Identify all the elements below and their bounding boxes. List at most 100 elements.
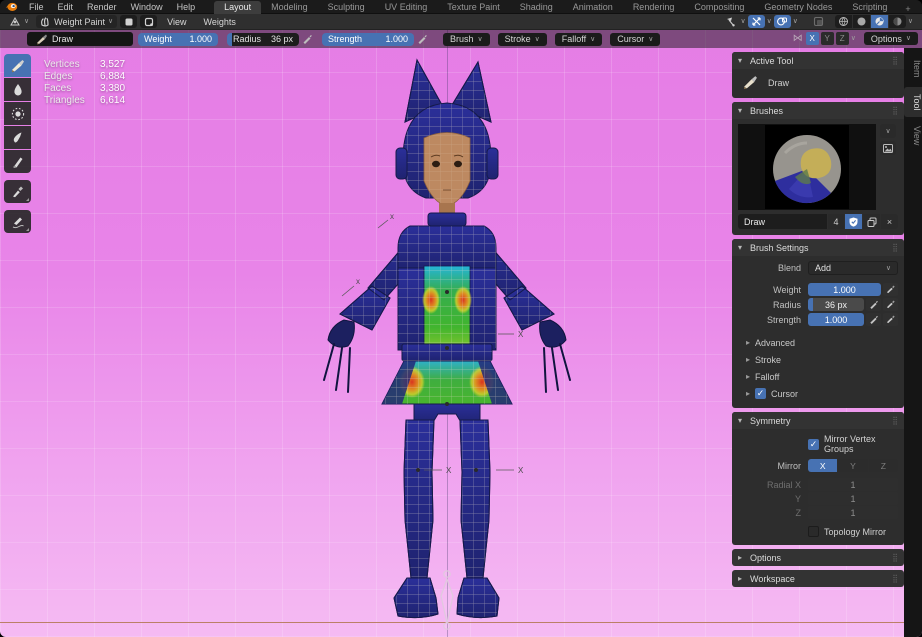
falloff-dropdown[interactable]: Falloff∨ (555, 33, 602, 46)
sidebar-tab-view[interactable]: View (904, 119, 922, 152)
panel-grip-icon[interactable]: ⣿ (892, 106, 898, 115)
brush-settings-panel-header[interactable]: ▾ Brush Settings ⣿ (732, 239, 904, 256)
brush-preview[interactable] (738, 124, 876, 210)
panel-grip-icon[interactable]: ⣿ (892, 56, 898, 65)
panel-grip-icon[interactable]: ⣿ (892, 574, 898, 583)
radius-pressure-button[interactable] (299, 33, 314, 46)
unlink-brush-button[interactable]: × (881, 214, 898, 229)
material-shading-button[interactable] (871, 15, 888, 28)
strength-slider[interactable]: Strength 1.000 (322, 33, 414, 46)
duplicate-brush-button[interactable] (863, 214, 880, 229)
chevron-down-icon[interactable]: ∨ (767, 18, 772, 25)
brush-influence-button[interactable] (883, 298, 898, 311)
menu-edit[interactable]: Edit (51, 0, 81, 14)
brush-select-dropdown-button[interactable]: ∨ (880, 124, 896, 138)
tab-modeling[interactable]: Modeling (261, 1, 318, 14)
weight-slider[interactable]: Weight 1.000 (138, 33, 218, 46)
brush-influence-button[interactable] (883, 313, 898, 326)
tab-animation[interactable]: Animation (563, 1, 623, 14)
radius-pressure-button[interactable] (866, 298, 881, 311)
wireframe-shading-button[interactable] (835, 15, 852, 28)
mirror-y-button[interactable]: Y (821, 32, 834, 45)
tab-sculpting[interactable]: Sculpting (318, 1, 375, 14)
menu-weights[interactable]: Weights (196, 17, 242, 27)
radial-x-field[interactable]: 1 (808, 478, 898, 491)
tool-blur-brush[interactable] (4, 78, 31, 101)
tab-rendering[interactable]: Rendering (623, 1, 685, 14)
brush-users-count-button[interactable]: 4 (828, 214, 844, 229)
solid-shading-button[interactable] (853, 15, 870, 28)
tab-shading[interactable]: Shading (510, 1, 563, 14)
tool-sample-weight[interactable] (4, 180, 31, 203)
strength-pressure-button[interactable] (414, 33, 429, 46)
xray-toggle-button[interactable] (810, 15, 827, 28)
brush-image-button[interactable] (880, 141, 896, 155)
tab-geometry-nodes[interactable]: Geometry Nodes (754, 1, 842, 14)
vertex-mask-toggle[interactable] (120, 15, 137, 28)
tool-annotate[interactable] (4, 210, 31, 233)
editor-type-button[interactable]: ∨ (5, 15, 33, 28)
cursor-checkbox[interactable]: ✓ (755, 388, 766, 399)
chevron-down-icon[interactable]: ∨ (793, 18, 798, 25)
options-panel-header[interactable]: ▸ Options ⣿ (732, 549, 904, 566)
mirror-x-button[interactable]: X (806, 32, 819, 45)
menu-window[interactable]: Window (124, 0, 170, 14)
menu-file[interactable]: File (22, 0, 51, 14)
tab-texture-paint[interactable]: Texture Paint (437, 1, 510, 14)
falloff-subpanel[interactable]: ▸Falloff (738, 368, 898, 385)
snap-button[interactable] (748, 15, 765, 28)
tool-average-brush[interactable] (4, 102, 31, 125)
chevron-down-icon[interactable]: ∨ (741, 18, 746, 25)
workspace-panel-header[interactable]: ▸ Workspace ⣿ (732, 570, 904, 587)
panel-grip-icon[interactable]: ⣿ (892, 416, 898, 425)
brush-name-field[interactable]: Draw (738, 214, 827, 229)
add-workspace-button[interactable]: + (897, 4, 918, 14)
radius-slider[interactable]: Radius 36 px (227, 33, 299, 46)
chevron-down-icon[interactable]: ∨ (908, 18, 913, 25)
panel-grip-icon[interactable]: ⣿ (892, 553, 898, 562)
active-tool-panel-header[interactable]: ▾ Active Tool ⣿ (732, 52, 904, 69)
pivot-point-button[interactable] (722, 15, 739, 28)
tab-uv-editing[interactable]: UV Editing (375, 1, 438, 14)
radius-slider[interactable]: 36 px (808, 298, 864, 311)
cursor-dropdown[interactable]: Cursor∨ (610, 33, 660, 46)
chevron-down-icon[interactable]: ∨ (851, 35, 856, 42)
tab-scripting[interactable]: Scripting (842, 1, 897, 14)
mirror-x-button[interactable]: X (808, 459, 837, 472)
strength-slider[interactable]: 1.000 (808, 313, 864, 326)
cursor-subpanel[interactable]: ▸✓Cursor (738, 385, 898, 402)
rendered-shading-button[interactable] (889, 15, 906, 28)
active-tool-button[interactable]: Draw (27, 32, 133, 46)
symmetry-panel-header[interactable]: ▾ Symmetry ⣿ (732, 412, 904, 429)
tab-layout[interactable]: Layout (214, 1, 261, 14)
3d-viewport[interactable]: X X X x x Draw Weight 1.000 Radius 36 px (0, 30, 922, 637)
stroke-subpanel[interactable]: ▸Stroke (738, 351, 898, 368)
panel-grip-icon[interactable]: ⣿ (892, 243, 898, 252)
mirror-z-button[interactable]: Z (836, 32, 849, 45)
menu-help[interactable]: Help (170, 0, 203, 14)
tab-compositing[interactable]: Compositing (684, 1, 754, 14)
sidebar-tab-item[interactable]: Item (904, 53, 922, 85)
options-dropdown[interactable]: Options∨ (864, 32, 918, 45)
overlays-button[interactable] (774, 15, 791, 28)
advanced-subpanel[interactable]: ▸Advanced (738, 334, 898, 351)
brush-influence-button[interactable] (883, 283, 898, 296)
radial-y-field[interactable]: 1 (808, 492, 898, 505)
brushes-panel-header[interactable]: ▾ Brushes ⣿ (732, 102, 904, 119)
weight-slider[interactable]: 1.000 (808, 283, 881, 296)
tool-draw-brush[interactable] (4, 54, 31, 77)
sidebar-tab-tool[interactable]: Tool (904, 87, 922, 118)
brush-dropdown[interactable]: Brush∨ (443, 33, 490, 46)
strength-pressure-button[interactable] (866, 313, 881, 326)
topology-mirror-checkbox[interactable] (808, 526, 819, 537)
fake-user-button[interactable] (845, 214, 862, 229)
menu-render[interactable]: Render (80, 0, 124, 14)
face-mask-toggle[interactable] (140, 15, 157, 28)
mirror-vertex-groups-checkbox[interactable]: ✓ (808, 439, 819, 450)
mirror-y-button[interactable]: Y (838, 459, 867, 472)
mirror-z-button[interactable]: Z (869, 459, 898, 472)
radial-z-field[interactable]: 1 (808, 506, 898, 519)
stroke-dropdown[interactable]: Stroke∨ (498, 33, 547, 46)
mode-selector[interactable]: Weight Paint ∨ (36, 15, 117, 28)
tool-gradient[interactable] (4, 150, 31, 173)
